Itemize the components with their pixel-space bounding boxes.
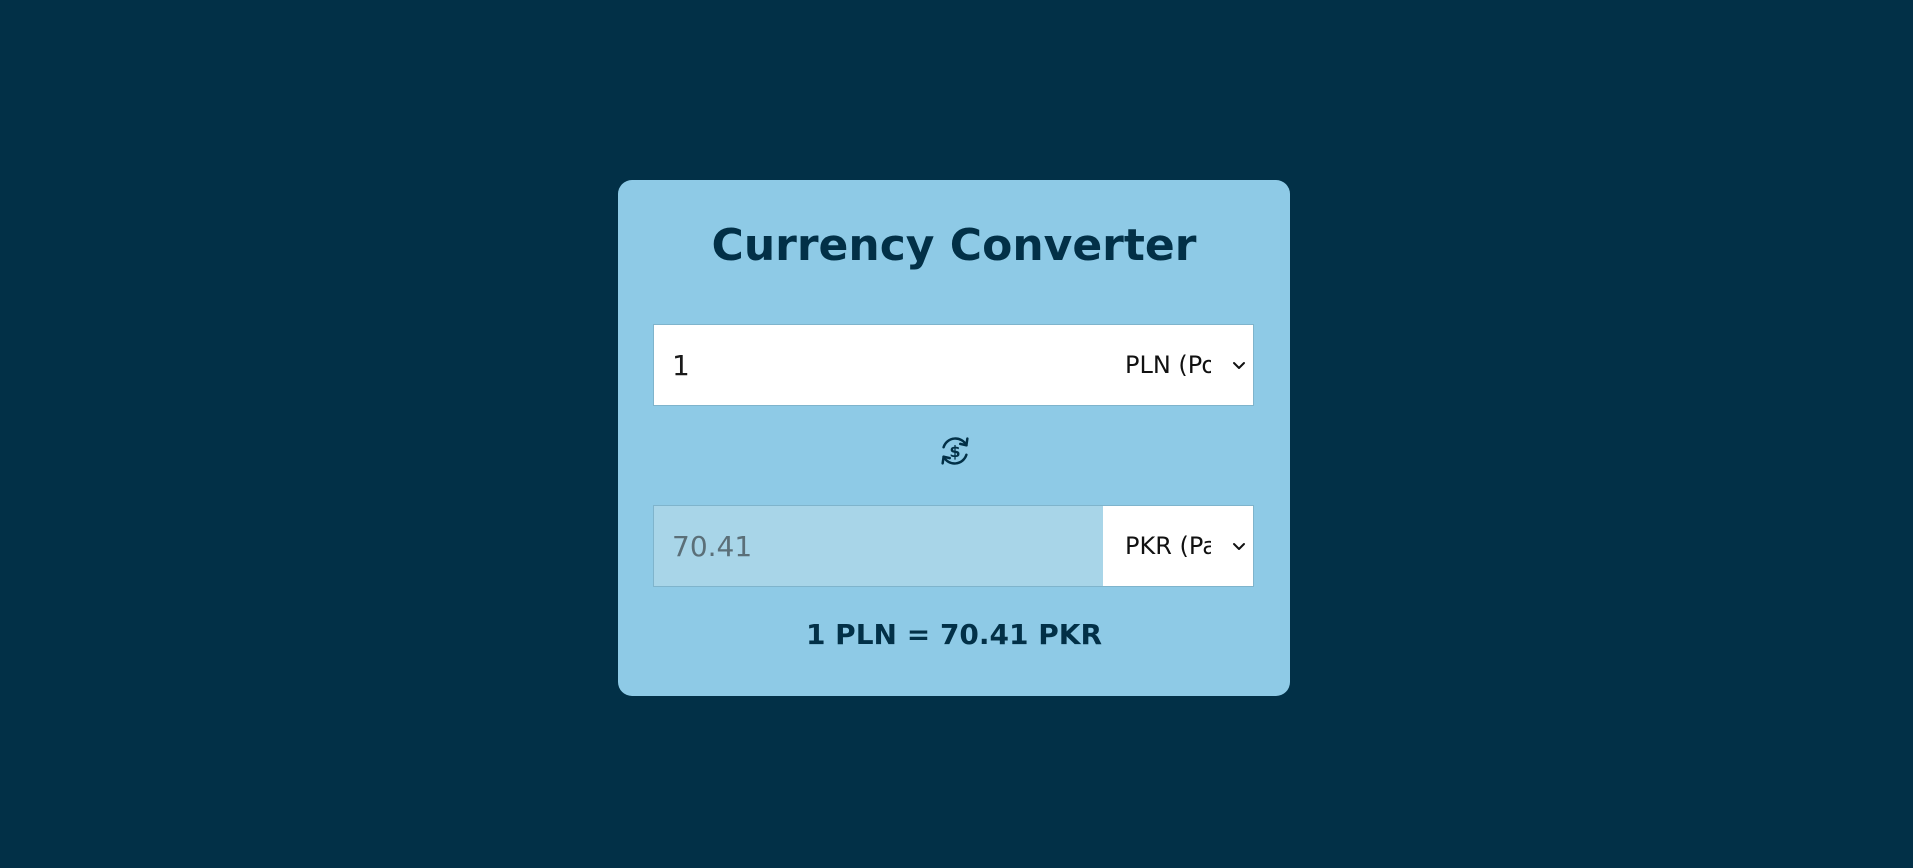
svg-text:$: $ (949, 442, 960, 461)
exchange-rate-text: 1 PLN = 70.41 PKR (805, 618, 1103, 651)
from-amount-input[interactable] (654, 325, 1103, 405)
page-title: Currency Converter (711, 220, 1197, 271)
converter-card: Currency Converter PLN (Polish Zloty) $ … (618, 180, 1290, 696)
to-row: PKR (Pakistani Rupee) (653, 505, 1254, 587)
currency-swap-icon[interactable]: $ (936, 432, 974, 470)
from-currency-select[interactable]: PLN (Polish Zloty) (1103, 325, 1253, 405)
to-currency-select[interactable]: PKR (Pakistani Rupee) (1103, 506, 1253, 586)
from-currency-label: PLN (Polish Zloty) (1125, 351, 1211, 379)
chevron-down-icon (1233, 362, 1245, 369)
to-amount-output (654, 506, 1103, 586)
chevron-down-icon (1233, 543, 1245, 550)
to-currency-label: PKR (Pakistani Rupee) (1125, 532, 1211, 560)
from-row: PLN (Polish Zloty) (653, 324, 1254, 406)
